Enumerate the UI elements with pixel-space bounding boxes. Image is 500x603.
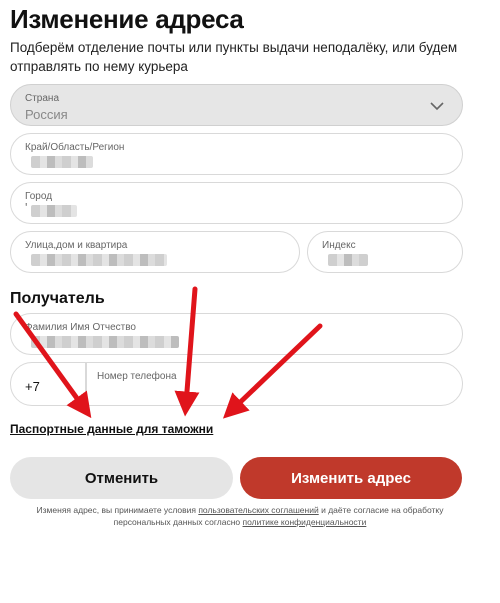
change-address-button[interactable]: Изменить адрес [240,457,462,499]
page-title: Изменение адреса [10,4,244,34]
index-value-redacted [328,254,368,266]
legal-text-1: Изменяя адрес, вы принимаете условия [36,505,199,515]
country-select[interactable]: Страна Россия [10,84,463,126]
page-subtitle: Подберём отделение почты или пункты выда… [10,40,458,74]
privacy-policy-link[interactable]: политике конфиденциальности [243,517,367,527]
region-value-redacted [31,156,93,168]
phone-label: Номер телефона [97,371,177,382]
region-field[interactable]: Край/Область/Регион [10,133,463,175]
phone-country-code: +7 [25,379,40,394]
country-value: Россия [25,107,68,122]
city-value-prefix: ' [25,200,28,215]
recipient-section-title: Получатель [10,290,105,307]
phone-divider [85,363,87,405]
street-label: Улица,дом и квартира [25,240,128,251]
legal-notice: Изменяя адрес, вы принимаете условия пол… [20,504,460,528]
chevron-down-icon[interactable] [430,99,444,113]
street-value-redacted [31,254,167,266]
street-field[interactable]: Улица,дом и квартира [10,231,300,273]
full-name-value-redacted [31,336,179,348]
passport-data-link[interactable]: Паспортные данные для таможни [10,422,213,436]
cancel-button[interactable]: Отменить [10,457,233,499]
phone-field[interactable]: +7 Номер телефона [10,362,463,406]
full-name-label: Фамилия Имя Отчество [25,322,136,333]
full-name-field[interactable]: Фамилия Имя Отчество [10,313,463,355]
country-label: Страна [25,93,60,104]
city-field[interactable]: Город ' [10,182,463,224]
region-label: Край/Область/Регион [25,142,125,153]
city-value-redacted [31,205,77,217]
index-label: Индекс [322,240,356,251]
user-agreements-link[interactable]: пользовательских соглашений [198,505,318,515]
city-label: Город [25,191,53,202]
index-field[interactable]: Индекс [307,231,463,273]
